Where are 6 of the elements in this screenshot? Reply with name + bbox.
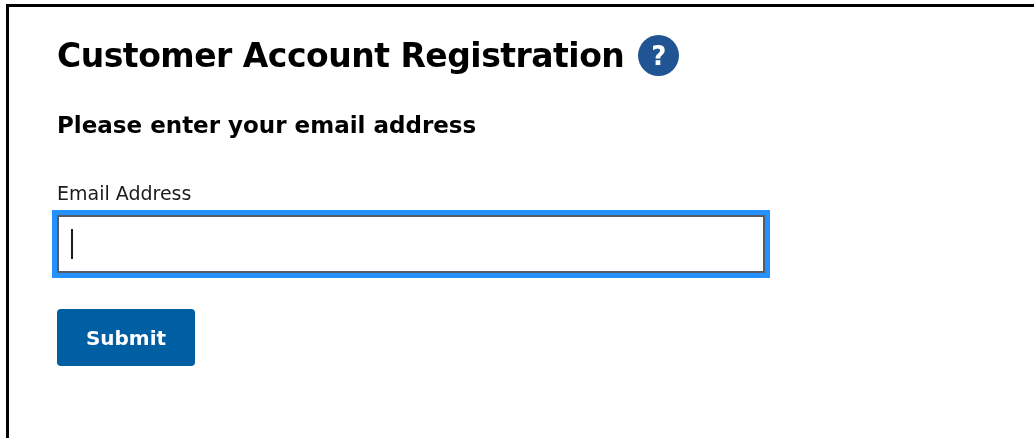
help-button[interactable]: ? bbox=[638, 35, 680, 76]
email-label: Email Address bbox=[57, 182, 192, 204]
text-cursor bbox=[71, 229, 73, 259]
section-heading: Please enter your email address bbox=[57, 112, 477, 138]
submit-button[interactable]: Submit bbox=[57, 309, 195, 366]
page-title: Customer Account Registration bbox=[57, 36, 625, 75]
